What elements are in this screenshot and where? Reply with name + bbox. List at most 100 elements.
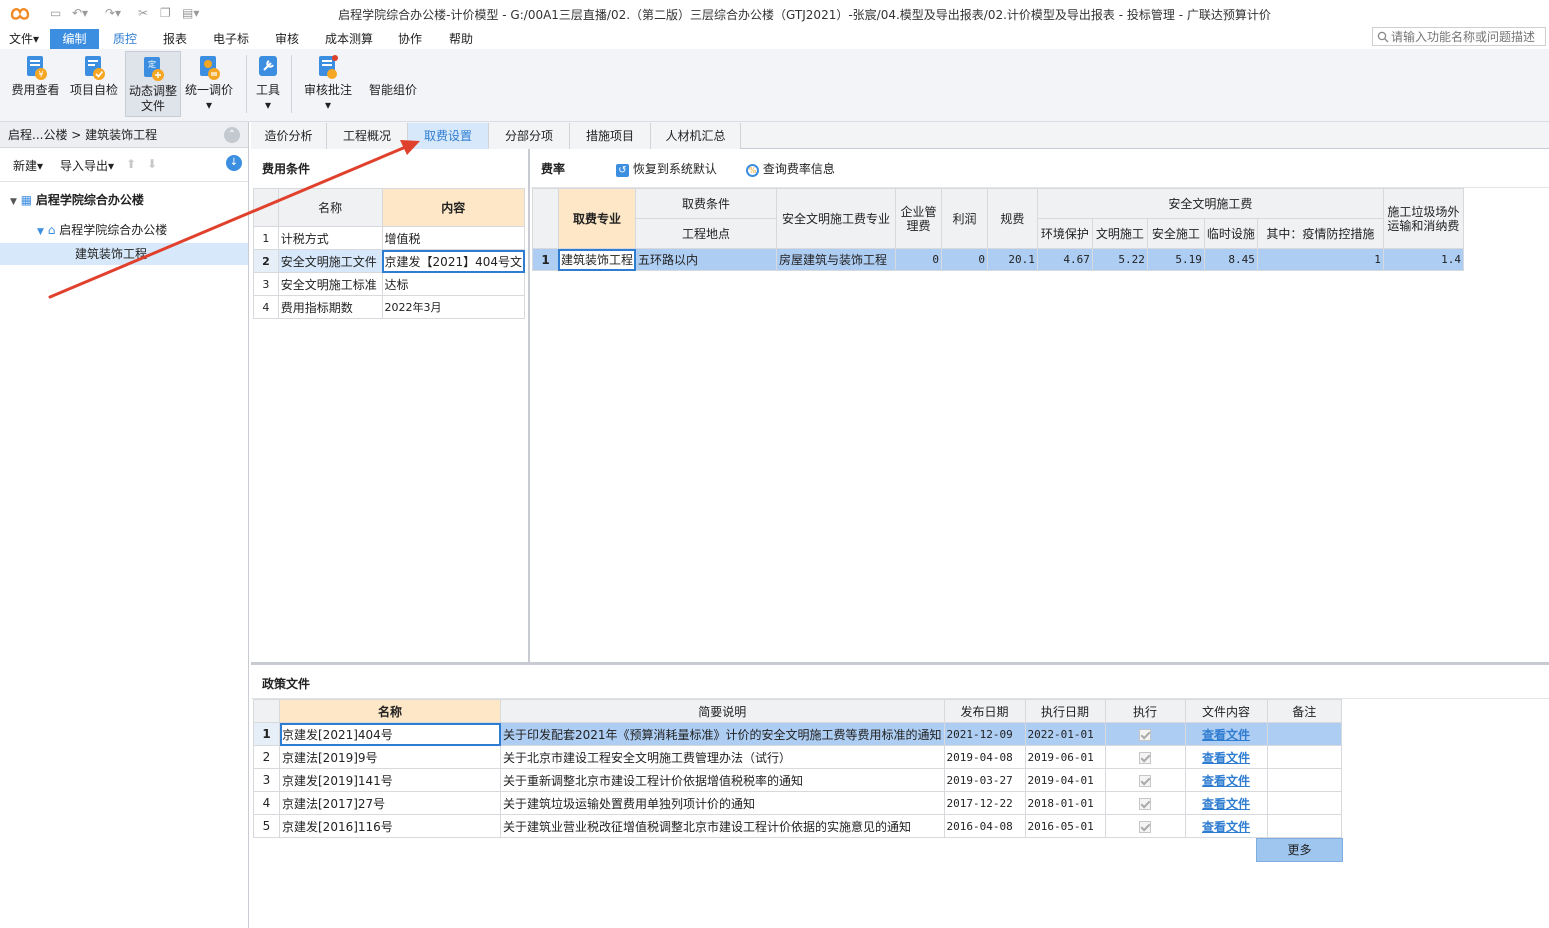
tree-node-unit[interactable]: ▼ ⌂ 启程学院综合办公楼	[37, 219, 167, 241]
restore-default-button[interactable]: ↺ 恢复到系统默认	[616, 160, 717, 177]
table-row[interactable]: 4 费用指标期数 2022年3月	[253, 295, 526, 319]
table-row[interactable]: 2 安全文明施工文件 京建发【2021】404号文	[253, 249, 526, 273]
menu-file[interactable]: 文件▾	[9, 29, 43, 49]
download-icon[interactable]: ↓	[226, 155, 242, 171]
rate-safe-cell[interactable]: 5.19	[1146, 248, 1205, 271]
breadcrumb-text[interactable]: 启程...公楼 > 建筑装饰工程	[8, 128, 157, 142]
import-export-button[interactable]: 导入导出▾	[60, 157, 114, 174]
policy-note[interactable]	[1266, 745, 1343, 769]
policy-note[interactable]	[1266, 814, 1343, 838]
fee-view-button[interactable]: ¥ 费用查看	[8, 51, 63, 117]
menu-help[interactable]: 帮助	[449, 29, 479, 49]
view-file-link[interactable]: 查看文件	[1184, 722, 1268, 746]
rate-location-cell[interactable]: 五环路以内	[635, 248, 777, 271]
query-rates-button[interactable]: % 查询费率信息	[746, 160, 835, 177]
unify-price-button[interactable]: 统一调价 ▾	[183, 51, 235, 117]
menu-quality[interactable]: 质控	[113, 29, 143, 49]
rate-safety-major-cell[interactable]: 房屋建筑与装饰工程	[775, 248, 896, 271]
self-check-button[interactable]: 项目自检	[66, 51, 122, 117]
move-down-icon[interactable]: ⬇	[147, 157, 157, 171]
rate-waste-cell[interactable]: 1.4	[1382, 248, 1465, 271]
rate-epidemic-cell[interactable]: 1	[1256, 248, 1384, 271]
table-row[interactable]: 1 京建发[2021]404号 关于印发配套2021年《预算消耗量标准》计价的安…	[253, 722, 1343, 746]
execute-checkbox[interactable]	[1139, 820, 1152, 833]
new-button[interactable]: 新建▾	[13, 157, 43, 174]
col-execute-header: 执行	[1104, 699, 1186, 723]
rate-civil-cell[interactable]: 5.22	[1091, 248, 1148, 271]
execute-checkbox[interactable]	[1139, 728, 1152, 741]
view-file-link[interactable]: 查看文件	[1184, 814, 1268, 838]
view-file-link[interactable]: 查看文件	[1184, 745, 1268, 769]
more-button[interactable]: 更多	[1256, 838, 1343, 862]
menu-collab[interactable]: 协作	[398, 29, 428, 49]
col-name-header: 名称	[279, 699, 501, 723]
table-row[interactable]: 2 京建法[2019]9号 关于北京市建设工程安全文明施工费管理办法（试行） 2…	[253, 745, 1343, 769]
policy-name[interactable]: 京建法[2017]27号	[279, 791, 501, 815]
rate-major-cell[interactable]: 建筑装饰工程	[557, 248, 637, 271]
table-row[interactable]: 4 京建法[2017]27号 关于建筑垃圾运输处置费用单独列项计价的通知 201…	[253, 791, 1343, 815]
tree-node-selected[interactable]: 建筑装饰工程	[0, 243, 248, 265]
policy-desc: 关于重新调整北京市建设工程计价依据增值税税率的通知	[500, 768, 945, 792]
table-row[interactable]: 1 计税方式 增值税	[253, 226, 526, 250]
col-civil-header: 文明施工	[1091, 218, 1148, 249]
collapse-icon[interactable]: ⌃	[224, 127, 240, 143]
table-row[interactable]: 1 建筑装饰工程 五环路以内 房屋建筑与装饰工程 0 0 20.1 4.67 5…	[532, 248, 1465, 271]
condition-content[interactable]: 京建发【2021】404号文	[381, 249, 526, 273]
menu-cost-calc[interactable]: 成本测算	[325, 29, 377, 49]
unify-price-icon	[200, 56, 220, 80]
search-icon	[1377, 31, 1389, 43]
panel-splitter[interactable]	[251, 662, 1549, 665]
expand-icon[interactable]: ▼	[10, 197, 17, 207]
row-number: 4	[253, 791, 280, 815]
function-search[interactable]	[1372, 27, 1546, 46]
menu-edit[interactable]: 编制	[50, 29, 99, 49]
review-comment-button[interactable]: 审核批注 ▾	[300, 51, 356, 117]
rate-fees-cell[interactable]: 20.1	[986, 248, 1038, 271]
condition-content[interactable]: 达标	[381, 272, 526, 296]
menu-audit[interactable]: 审核	[275, 29, 305, 49]
tab-cost-analysis[interactable]: 造价分析	[251, 123, 327, 149]
tree-node-root[interactable]: ▼ ▦ 启程学院综合办公楼	[10, 189, 144, 211]
policy-name[interactable]: 京建发[2019]141号	[279, 768, 501, 792]
tab-sections[interactable]: 分部分项	[489, 123, 570, 149]
policy-note[interactable]	[1266, 768, 1343, 792]
rate-env-cell[interactable]: 4.67	[1036, 248, 1093, 271]
policy-name[interactable]: 京建发[2016]116号	[279, 814, 501, 838]
menu-e-bid[interactable]: 电子标	[213, 29, 253, 49]
dynamic-adjust-icon: 定	[144, 57, 164, 81]
dynamic-adjust-button[interactable]: 定 动态调整 文件	[125, 51, 181, 117]
col-env-header: 环境保护	[1036, 218, 1093, 249]
tools-icon	[259, 56, 277, 76]
tree-toolbar: 新建▾ 导入导出▾ ⬆ ⬇ ↓	[0, 148, 248, 182]
tools-button[interactable]: 工具 ▾	[251, 51, 285, 117]
expand-icon[interactable]: ▼	[37, 227, 44, 237]
tab-fee-settings[interactable]: 取费设置	[408, 123, 489, 149]
execute-checkbox[interactable]	[1139, 751, 1152, 764]
smart-pricing-button[interactable]: 智能组价	[364, 51, 422, 117]
rate-temp-cell[interactable]: 8.45	[1203, 248, 1258, 271]
execute-checkbox[interactable]	[1139, 774, 1152, 787]
policy-name[interactable]: 京建发[2021]404号	[279, 722, 501, 746]
condition-content[interactable]: 2022年3月	[381, 295, 526, 319]
policy-desc: 关于印发配套2021年《预算消耗量标准》计价的安全文明施工费等费用标准的通知	[500, 722, 945, 746]
policy-note[interactable]	[1266, 791, 1343, 815]
execute-checkbox[interactable]	[1139, 797, 1152, 810]
condition-content[interactable]: 增值税	[381, 226, 526, 250]
view-file-link[interactable]: 查看文件	[1184, 791, 1268, 815]
rates-title: 费率	[541, 162, 566, 176]
table-row[interactable]: 3 京建发[2019]141号 关于重新调整北京市建设工程计价依据增值税税率的通…	[253, 768, 1343, 792]
table-row[interactable]: 3 安全文明施工标准 达标	[253, 272, 526, 296]
search-input[interactable]	[1391, 29, 1541, 44]
rate-mgmt-cell[interactable]: 0	[894, 248, 942, 271]
tab-project-overview[interactable]: 工程概况	[327, 123, 408, 149]
policy-note[interactable]	[1266, 722, 1343, 746]
move-up-icon[interactable]: ⬆	[126, 157, 136, 171]
tab-measures[interactable]: 措施项目	[570, 123, 651, 149]
rate-profit-cell[interactable]: 0	[940, 248, 988, 271]
tree-leaf-label: 建筑装饰工程	[75, 247, 148, 261]
tab-labor-material[interactable]: 人材机汇总	[651, 123, 741, 149]
view-file-link[interactable]: 查看文件	[1184, 768, 1268, 792]
menu-report[interactable]: 报表	[163, 29, 193, 49]
table-row[interactable]: 5 京建发[2016]116号 关于建筑业营业税改征增值税调整北京市建设工程计价…	[253, 814, 1343, 838]
policy-name[interactable]: 京建法[2019]9号	[279, 745, 501, 769]
